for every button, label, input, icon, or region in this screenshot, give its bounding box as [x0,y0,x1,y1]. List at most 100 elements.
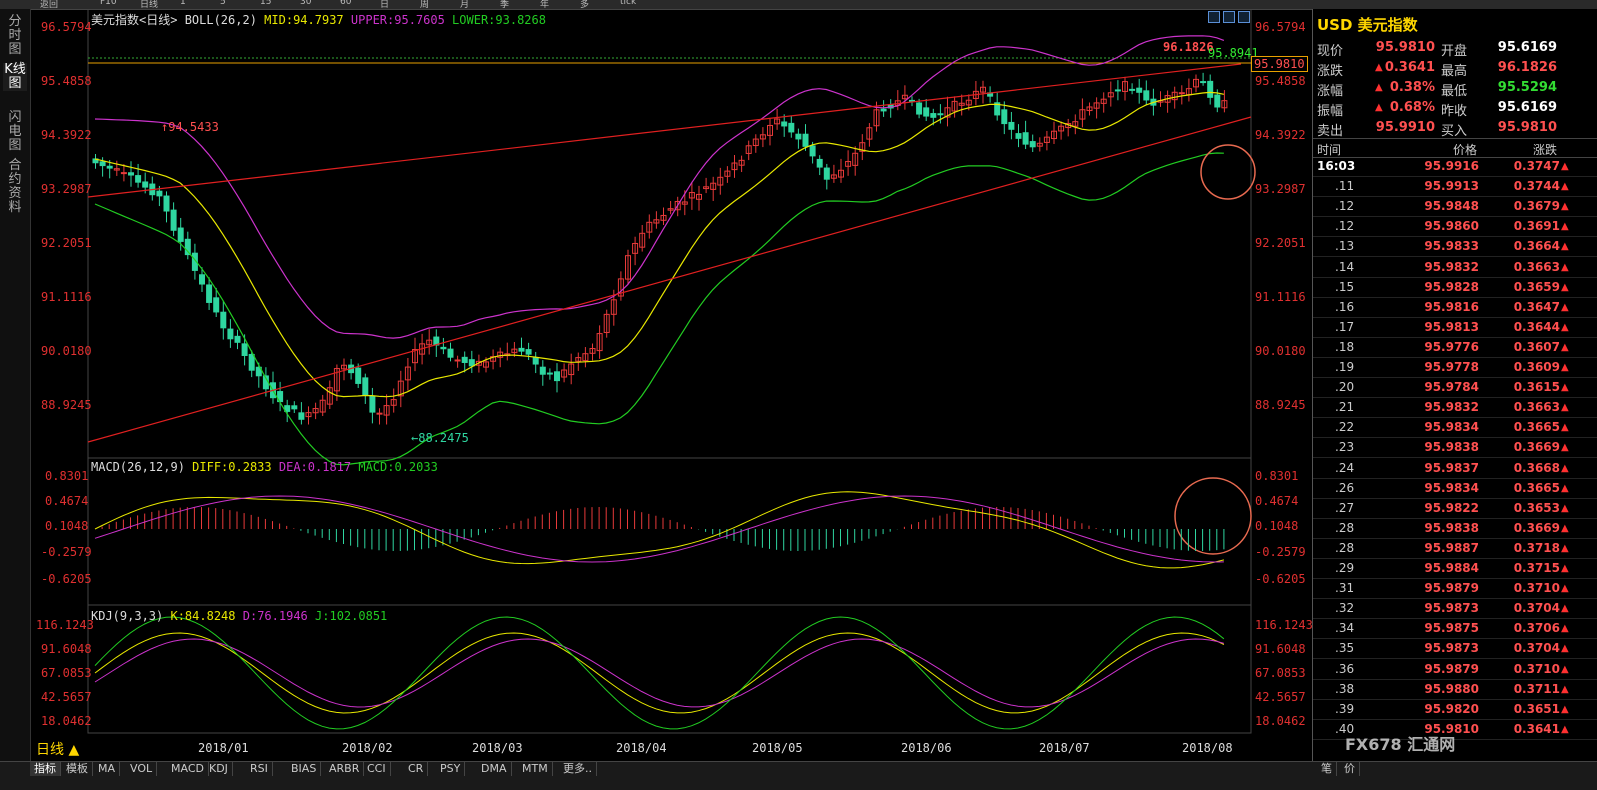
up-arrow-icon: ▲ [1561,462,1569,474]
tick-change: 0.3609 [1513,360,1560,374]
indicator-tab[interactable]: 模板 [62,762,93,776]
up-arrow-icon: ▲ [1561,402,1569,414]
tab-contract-info[interactable]: 合约资料 [3,159,27,215]
quote-key: 卖出 [1317,124,1344,139]
tick-price: 95.9776 [1424,339,1479,354]
annotation-high-left: ↑94.5433 [161,120,219,134]
indicator-tab[interactable]: CCI [363,762,391,776]
tick-price: 95.9832 [1424,259,1479,274]
indicator-tab[interactable]: KDJ [205,762,233,776]
high-left-value: 94.5433 [168,120,219,134]
tick-row: .23 95.9838 0.3669 ▲ [1313,438,1597,459]
candle-body [1143,90,1150,101]
indicator-tab[interactable]: MA [94,762,121,776]
candle-body [291,405,298,410]
toolbar-item[interactable]: 5 [220,0,226,7]
x-tick: 2018/02 [342,741,393,755]
candle-body [369,395,376,413]
chart-layout-icon[interactable] [1223,11,1235,23]
price-tick-left: 96.5794 [41,20,92,34]
quote-key: 振幅 [1317,104,1344,119]
candle-body [106,165,113,169]
quote-row: 振幅 ▲ 0.68% 昨收 95.6169 [1313,99,1597,119]
tick-price: 95.9816 [1424,299,1479,314]
candle-body [916,102,923,115]
kline-chart-svg[interactable] [31,9,1311,761]
tick-time: .14 [1335,259,1355,274]
tick-price: 95.9820 [1424,701,1479,716]
macd-tick-left: 0.8301 [45,469,89,483]
indicator-tab[interactable]: BIAS [287,762,322,776]
tick-time: .27 [1335,500,1355,515]
tick-time: .39 [1335,701,1355,716]
up-arrow-icon: ▲ [1561,161,1569,172]
up-arrow-icon: ▲ [1561,261,1569,273]
indicator-tab[interactable]: 指标 [30,762,61,776]
candle-body [220,311,227,329]
tick-change: 0.3744 [1513,179,1560,194]
indicator-tab[interactable]: ARBR [325,762,365,776]
tab-flash[interactable]: 闪电图 [3,111,27,153]
boll-lower-line [94,152,1224,466]
candle-body [1136,87,1143,93]
indicator-tab[interactable]: RSI [246,762,273,776]
chart-expand-icon[interactable] [1238,11,1250,23]
channel-lower-line [87,116,1252,443]
toolbar-item[interactable]: tick [620,0,636,7]
macd-legend: MACD(26,12,9) DIFF:0.2833 DEA:0.1817 MAC… [91,460,438,474]
annotation-low: ←88.2475 [411,431,469,445]
chart-area[interactable]: 美元指数<日线> BOLL(26,2) MID:94.7937 UPPER:95… [31,9,1313,761]
indicator-tab[interactable]: CR [404,762,429,776]
up-arrow-icon: ▲ [1561,583,1569,595]
tick-time: .28 [1335,520,1355,535]
toolbar-item[interactable]: F10 [100,0,117,7]
tick-row: .29 95.9884 0.3715 ▲ [1313,559,1597,579]
candle-body [440,346,447,350]
tick-price: 95.9913 [1424,179,1479,194]
tick-time: .34 [1335,621,1355,636]
toolbar-item[interactable]: 60 [340,0,351,7]
period-selector[interactable]: 日线 ▲ [36,739,79,759]
macd-dea-line [94,495,1224,563]
candle-body [355,367,362,384]
tick-time: .21 [1335,400,1355,415]
macd-diff: DIFF:0.2833 [192,460,272,474]
tick-change: 0.3706 [1513,621,1560,636]
indicator-tab[interactable]: DMA [477,762,512,776]
candle-body [170,209,177,231]
tick-price: 95.9838 [1424,520,1479,535]
toolbar-item[interactable]: 1 [180,0,186,7]
tab-timeshare[interactable]: 分时图 [3,15,27,57]
panel-tab-trades[interactable]: 笔 [1317,762,1337,776]
candle-body [539,366,546,375]
candle-body [1214,94,1221,108]
boll-name: BOLL(26,2) [184,13,257,27]
kdj-tick-left: 42.5657 [41,690,92,704]
quote-value: 95.9910 [1375,120,1435,135]
indicator-tab[interactable]: 更多.. [559,762,597,776]
tick-row: .13 95.9833 0.3664 ▲ [1313,237,1597,258]
toolbar-item[interactable]: 15 [260,0,271,7]
toolbar-item[interactable]: 30 [300,0,311,7]
candle-body [816,158,823,168]
tick-time: .16 [1335,299,1355,314]
indicator-tab[interactable]: VOL [126,762,158,776]
tick-price: 95.9822 [1424,500,1479,515]
candle-body [142,181,149,188]
indicator-tab[interactable]: MTM [518,762,553,776]
candle-body [135,175,142,183]
price-tick-right: 90.0180 [1255,344,1306,358]
tick-row: .31 95.9879 0.3710 ▲ [1313,579,1597,600]
chart-zoom-icon[interactable] [1208,11,1220,23]
candle-body [930,113,937,118]
panel-tab-price[interactable]: 价 [1340,762,1360,776]
tab-kline[interactable]: K线图 [3,63,27,91]
indicator-tab[interactable]: MACD [167,762,209,776]
low-value: 88.2475 [418,431,469,445]
candle-body [156,190,163,197]
indicator-tab[interactable]: PSY [436,762,466,776]
candle-body [518,347,525,352]
tick-row: .20 95.9784 0.3615 ▲ [1313,378,1597,399]
tick-row: .28 95.9838 0.3669 ▲ [1313,519,1597,539]
highlight-circle-macd [1174,477,1252,555]
